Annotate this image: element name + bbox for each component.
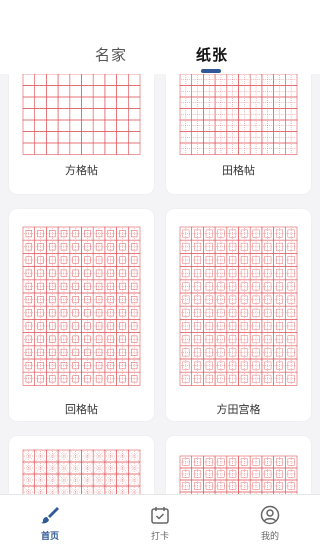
paper-card-label: 回格帖 [65, 403, 98, 416]
paper-card-mi[interactable] [9, 436, 154, 494]
nav-home[interactable]: 首页 [10, 495, 90, 553]
user-icon [260, 505, 280, 525]
paper-card-label: 田格帖 [222, 164, 255, 177]
paper-card-fangtiangong[interactable]: 方田宫格 [166, 209, 311, 421]
fangtiangong-grid-preview [179, 455, 298, 494]
tab-famous-masters[interactable]: 名家 [95, 44, 127, 65]
calendar-check-icon [151, 507, 169, 524]
tab-paper[interactable]: 纸张 [196, 44, 228, 65]
nav-checkin[interactable]: 打卡 [120, 495, 200, 553]
mi-grid-preview [22, 449, 141, 494]
paper-list[interactable]: 方格帖 田格帖 回格帖 方田宫格 [0, 74, 320, 494]
paper-card-square[interactable]: 方格帖 [9, 74, 154, 194]
nav-profile[interactable]: 我的 [230, 495, 310, 553]
nav-home-label: 首页 [40, 532, 59, 542]
paper-card-tian[interactable]: 田格帖 [166, 74, 311, 194]
hui-grid-preview [22, 226, 141, 386]
brush-icon [41, 507, 59, 524]
paper-card-hui[interactable]: 回格帖 [9, 209, 154, 421]
bottom-navigation: 首页 打卡 我的 [0, 494, 320, 553]
paper-card-label: 方格帖 [65, 164, 98, 177]
nav-profile-label: 我的 [260, 532, 279, 542]
nav-checkin-label: 打卡 [150, 532, 169, 542]
paper-card-fangtiangong-2[interactable] [166, 436, 311, 494]
active-tab-indicator [201, 69, 221, 73]
top-tab-bar: 名家 纸张 [0, 0, 320, 74]
paper-card-label: 方田宫格 [216, 403, 261, 416]
fangtiangong-grid-preview [179, 226, 298, 386]
